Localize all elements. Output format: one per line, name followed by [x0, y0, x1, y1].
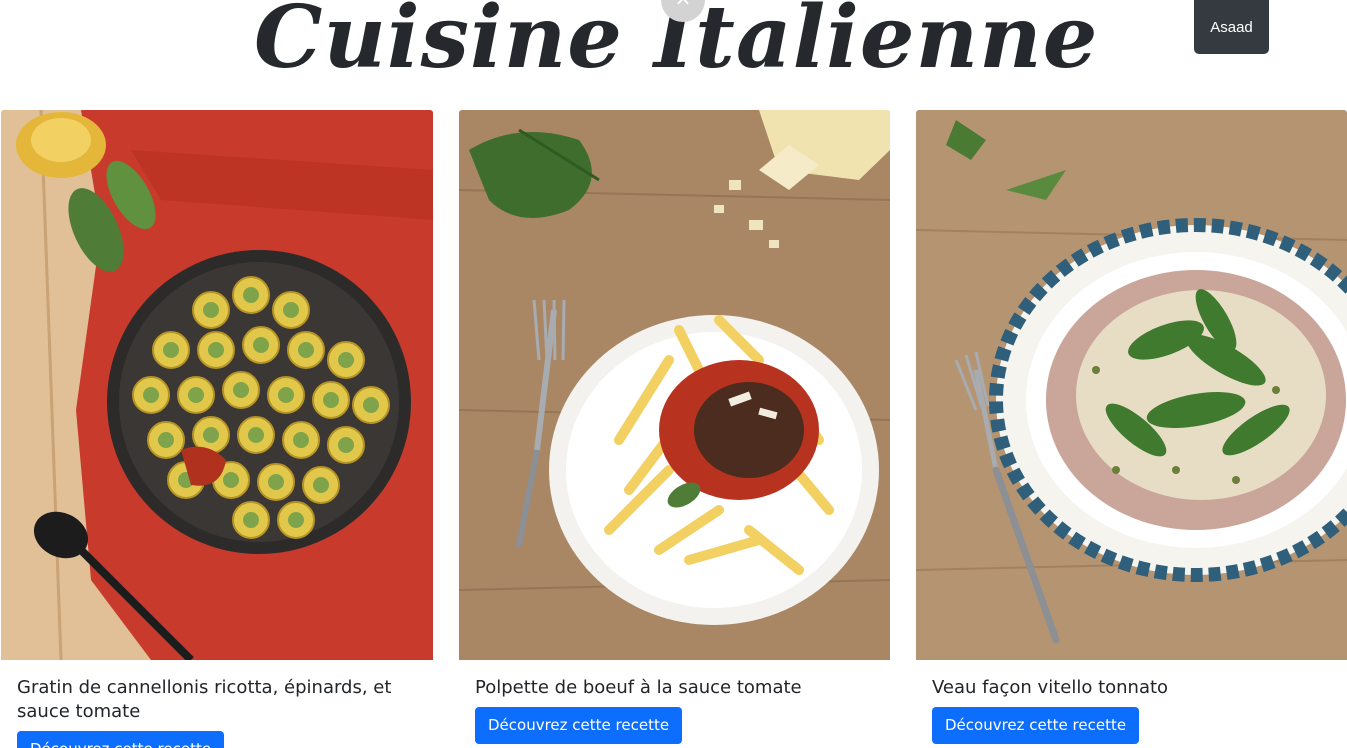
- recipe-card: Veau façon vitello tonnato Découvrez cet…: [916, 110, 1347, 748]
- discover-recipe-button[interactable]: Découvrez cette recette: [475, 707, 683, 744]
- discover-recipe-button[interactable]: Découvrez cette recette: [932, 707, 1140, 744]
- recipe-card: Gratin de cannellonis ricotta, épinards,…: [1, 110, 433, 748]
- recipe-card-body: Polpette de boeuf à la sauce tomate Déco…: [459, 660, 890, 744]
- recipe-image-vitello-tonnato[interactable]: [916, 110, 1347, 660]
- recipe-title: Veau façon vitello tonnato: [932, 677, 1169, 698]
- recipe-title: Polpette de boeuf à la sauce tomate: [475, 677, 802, 698]
- recipe-card-body: Veau façon vitello tonnato Découvrez cet…: [916, 660, 1347, 744]
- recipe-title: Gratin de cannellonis ricotta, épinards,…: [17, 677, 392, 722]
- page: Cuisine Italienne × Asaad: [0, 0, 1347, 748]
- recipe-image-cannellonis[interactable]: [1, 110, 433, 660]
- recipe-card-body: Gratin de cannellonis ricotta, épinards,…: [1, 660, 433, 748]
- discover-recipe-button[interactable]: Découvrez cette recette: [17, 731, 225, 748]
- recipe-image-polpette[interactable]: [459, 110, 890, 660]
- user-button[interactable]: Asaad: [1194, 0, 1269, 54]
- recipe-card: Polpette de boeuf à la sauce tomate Déco…: [459, 110, 890, 748]
